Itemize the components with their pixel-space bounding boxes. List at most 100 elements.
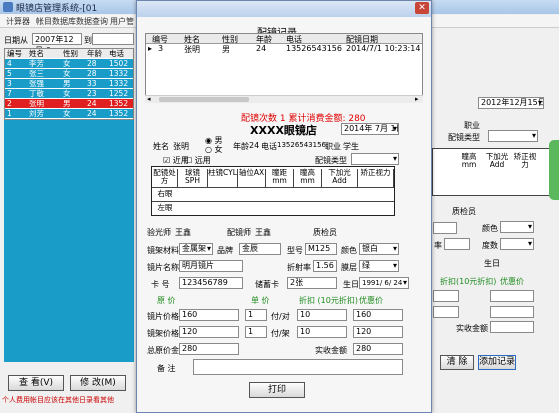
right-actual-field[interactable] [490,321,534,333]
unit-header: 单 价 [251,296,270,305]
scroll-left-icon[interactable]: ◂ [147,95,151,103]
close-icon[interactable]: ✕ [415,2,429,14]
lens-promo-field[interactable]: 120 [353,326,403,338]
grid-row[interactable]: 2 张明 男 24 1352 [5,99,133,108]
name-label: 姓名 [153,142,169,151]
birthday-label: 生日 [343,280,359,289]
grid-header: 编号 姓名 性别 年龄 电话 [5,49,133,58]
frame-brand-field[interactable]: 金辰 [239,243,281,255]
print-button[interactable]: 打印 [249,382,305,398]
record-date-picker[interactable]: 2014年 7月 1日 [341,123,399,135]
lens-price-field[interactable]: 120 [179,326,239,338]
date-to-picker[interactable] [92,33,134,45]
grid-cell-id: 5 [7,69,12,78]
optometrist-label: 验光师 [147,228,171,237]
right-field-5[interactable] [433,306,459,318]
side-tab[interactable] [549,140,559,200]
grid-header-name: 姓名 [29,49,44,58]
far-checkbox[interactable]: ☐ 远用 [185,155,211,166]
right-color-combo[interactable] [500,221,534,233]
film-label: 膜层 [341,263,357,272]
right-field-6[interactable] [490,306,534,318]
record-table: 编号 姓名 性别 年龄 电话 配镜日期 ▸ 3 张明 男 24 13526543… [145,33,423,101]
main-window-title: 眼镜店管理系统-[01 [16,4,98,14]
grid-row[interactable]: 3 张强 男 33 1332 [5,79,133,88]
scroll-thumb[interactable] [159,97,249,102]
right-date-picker[interactable]: 2012年12月15日 [478,97,544,109]
gender-female-radio[interactable]: ○ 女 [205,144,223,155]
model-field[interactable]: M125 [305,243,337,255]
record-cell-age: 24 [256,44,267,53]
grid-cell-phone: 1352 [109,109,129,118]
right-degree-combo[interactable] [500,238,534,250]
optometrist-value: 王鑫 [175,228,191,237]
grid-row[interactable]: 4 李芳 女 28 1502 [5,59,133,68]
balance-field[interactable]: 2张 [287,277,337,289]
frame-brand-label: 品牌 [217,246,233,255]
total-field[interactable]: 280 [179,343,239,355]
frame-discount-field[interactable]: 10 [297,309,347,321]
date-to-label: 到 [84,36,92,45]
right-rate-label: 率 [434,241,442,250]
card-field[interactable]: 123456789 [179,277,243,289]
menu-calculator[interactable]: 计算器 [6,16,30,27]
frame-price-field[interactable]: 160 [179,309,239,321]
menu-query[interactable]: 数据查询 [76,16,108,27]
grid-row[interactable]: 7 丁敬 女 23 1252 [5,89,133,98]
remark-field[interactable] [193,359,403,375]
grid-header-id: 编号 [7,49,22,58]
right-field-3[interactable] [433,290,459,302]
grid-cell-age: 24 [87,109,97,118]
phone-label: 电话 [261,142,277,151]
right-field-1[interactable] [433,222,457,234]
lens-type-combo[interactable] [351,153,399,165]
rx-header-cell: 球镜SPH [178,169,208,187]
frame-promo-field[interactable]: 160 [353,309,403,321]
age-value: 24 [249,141,260,150]
menu-accounts[interactable]: 帐目数据库 [36,16,76,27]
clear-button[interactable]: 清 除 [440,355,474,370]
lens-qty-field[interactable]: 1 [245,326,267,338]
grid-cell-name: 张三 [29,69,44,78]
fitter-value: 王鑫 [255,228,271,237]
frame-qty-field[interactable]: 1 [245,309,267,321]
rx-row-divider [152,187,394,188]
refraction-field[interactable]: 1.56 [313,260,337,272]
shop-name: XXXX眼镜店 [250,124,317,137]
paid-field[interactable]: 280 [353,343,403,355]
record-cell-date: 2014/7/1 10:23:14 [346,44,421,53]
remark-label: 备 注 [157,364,176,373]
color-combo[interactable]: 银白 [359,243,399,255]
lens-discount-field[interactable]: 10 [297,326,347,338]
gender-female-label: 女 [214,145,223,154]
record-row[interactable]: ▸ 3 张明 男 24 13526543156 2014/7/1 10:23:1… [146,44,422,54]
right-header-acuity: 矫正视力 [513,152,537,169]
frame-material-combo[interactable]: 金属架 [179,243,213,255]
lens-name-field[interactable]: 明月镜片 [179,260,243,272]
grid-header-phone: 电话 [109,49,124,58]
film-combo[interactable]: 绿 [359,260,399,272]
right-lens-type-combo[interactable] [488,130,538,142]
menu-users[interactable]: 用户管 [110,16,134,27]
right-field-2[interactable] [444,238,470,250]
edit-button[interactable]: 修 改(M) [70,375,126,391]
add-record-button[interactable]: 添加记录 [478,355,516,370]
rx-header-cell: 瞳距mm [266,169,294,187]
rx-header-cell: 轴位AX [238,169,266,187]
scroll-right-icon[interactable]: ▸ [415,95,419,103]
customer-grid: 编号 姓名 性别 年龄 电话 4 李芳女 28 1502 5 张三女 28 1332 3 张强男 3… [4,48,134,120]
prescription-table: 配镜处方 球镜SPH 柱镜CYL 轴位AX 瞳距mm 瞳高mm 下加光Add 矫正视力 右眼左… [151,166,395,216]
grid-cell-gender: 女 [63,89,71,98]
right-field-4[interactable] [490,290,534,302]
rx-header-cell: 柱镜CYL [208,169,238,187]
frame-material-label: 镜架材料 [147,246,179,255]
grid-row[interactable]: 1 刘芳 女 24 1352 [5,109,133,118]
right-degree-label: 度数 [482,241,498,250]
rx-header-cell: 配镜处方 [152,169,178,187]
grid-row[interactable]: 5 张三 女 28 1332 [5,69,133,78]
birthday-picker[interactable]: 1991/ 6/ 24 [359,277,409,289]
record-hscrollbar[interactable]: ◂ ▸ [145,95,423,103]
grid-cell-name: 张明 [29,99,44,108]
view-button[interactable]: 查 看(V) [8,375,64,391]
date-from-picker[interactable]: 2007年12月 6 [32,33,82,55]
